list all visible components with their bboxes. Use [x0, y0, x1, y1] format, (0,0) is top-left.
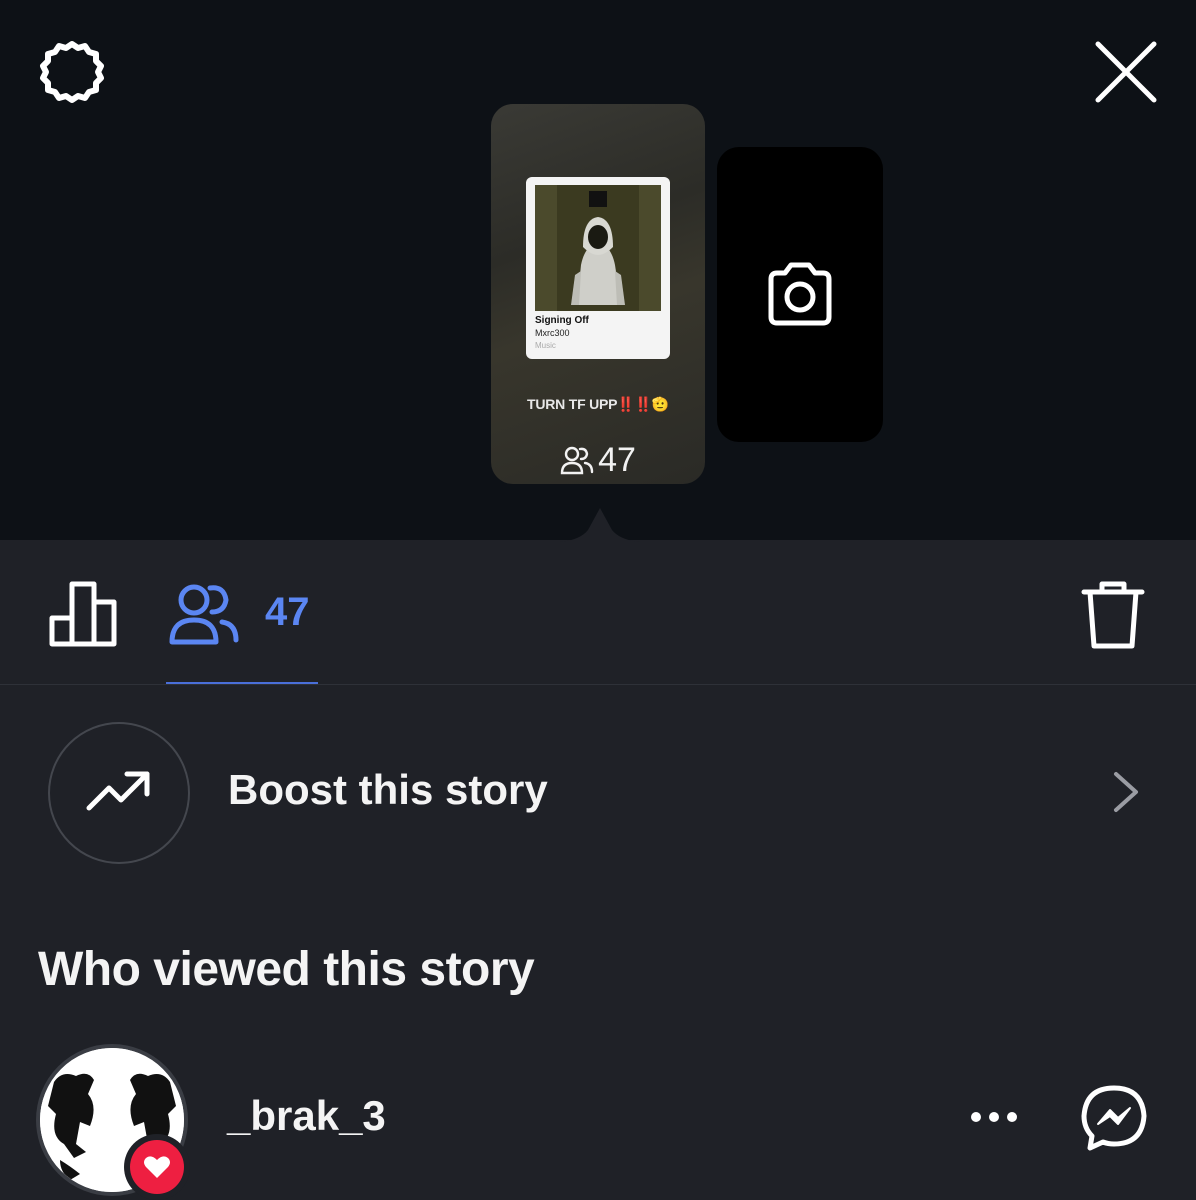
- story-view-count: 47: [491, 440, 705, 480]
- viewer-list-item[interactable]: _brak_3: [0, 1040, 1196, 1200]
- insights-tab[interactable]: [46, 578, 122, 654]
- camera-icon: [768, 262, 832, 326]
- boost-story-row[interactable]: Boost this story: [0, 700, 1196, 884]
- delete-story-button[interactable]: [1080, 578, 1146, 652]
- trash-icon: [1081, 581, 1145, 649]
- album-cover: [535, 185, 661, 311]
- story-preview-area: Signing Off Mxrc300 Music TURN TF UPP‼️‼…: [0, 0, 1196, 542]
- song-artist: Mxrc300: [535, 328, 570, 338]
- viewer-username[interactable]: _brak_3: [227, 1092, 386, 1140]
- more-options-button[interactable]: [964, 1102, 1024, 1132]
- gear-icon: [40, 41, 104, 103]
- people-icon: [169, 584, 239, 645]
- selection-pointer: [560, 508, 640, 542]
- song-title: Signing Off: [535, 315, 589, 326]
- music-service-label: Music: [535, 341, 556, 350]
- like-badge: [124, 1134, 190, 1200]
- trending-up-icon: [86, 771, 150, 811]
- story-thumbnail[interactable]: Signing Off Mxrc300 Music TURN TF UPP‼️‼…: [491, 104, 705, 484]
- viewers-tab[interactable]: 47: [166, 570, 318, 684]
- close-button[interactable]: [1090, 36, 1162, 108]
- boost-icon-circle: [48, 722, 190, 864]
- messenger-icon: [1081, 1085, 1147, 1151]
- boost-label: Boost this story: [228, 766, 548, 813]
- settings-button[interactable]: [36, 36, 108, 108]
- story-caption: TURN TF UPP‼️‼️🫡: [526, 396, 670, 412]
- story-views-number: 47: [598, 440, 636, 479]
- add-story-card[interactable]: [717, 147, 883, 442]
- close-icon: [1095, 41, 1157, 103]
- heart-icon: [144, 1156, 170, 1178]
- chevron-right-icon: [1114, 772, 1138, 812]
- bar-chart-icon: [49, 581, 117, 647]
- send-message-button[interactable]: [1080, 1084, 1148, 1152]
- people-icon: [560, 446, 594, 475]
- more-icon: [971, 1112, 1017, 1122]
- viewers-count: 47: [265, 590, 310, 634]
- music-sticker: Signing Off Mxrc300 Music: [526, 177, 670, 359]
- story-tab-bar: 47: [0, 540, 1196, 685]
- viewers-section-title: Who viewed this story: [38, 943, 535, 996]
